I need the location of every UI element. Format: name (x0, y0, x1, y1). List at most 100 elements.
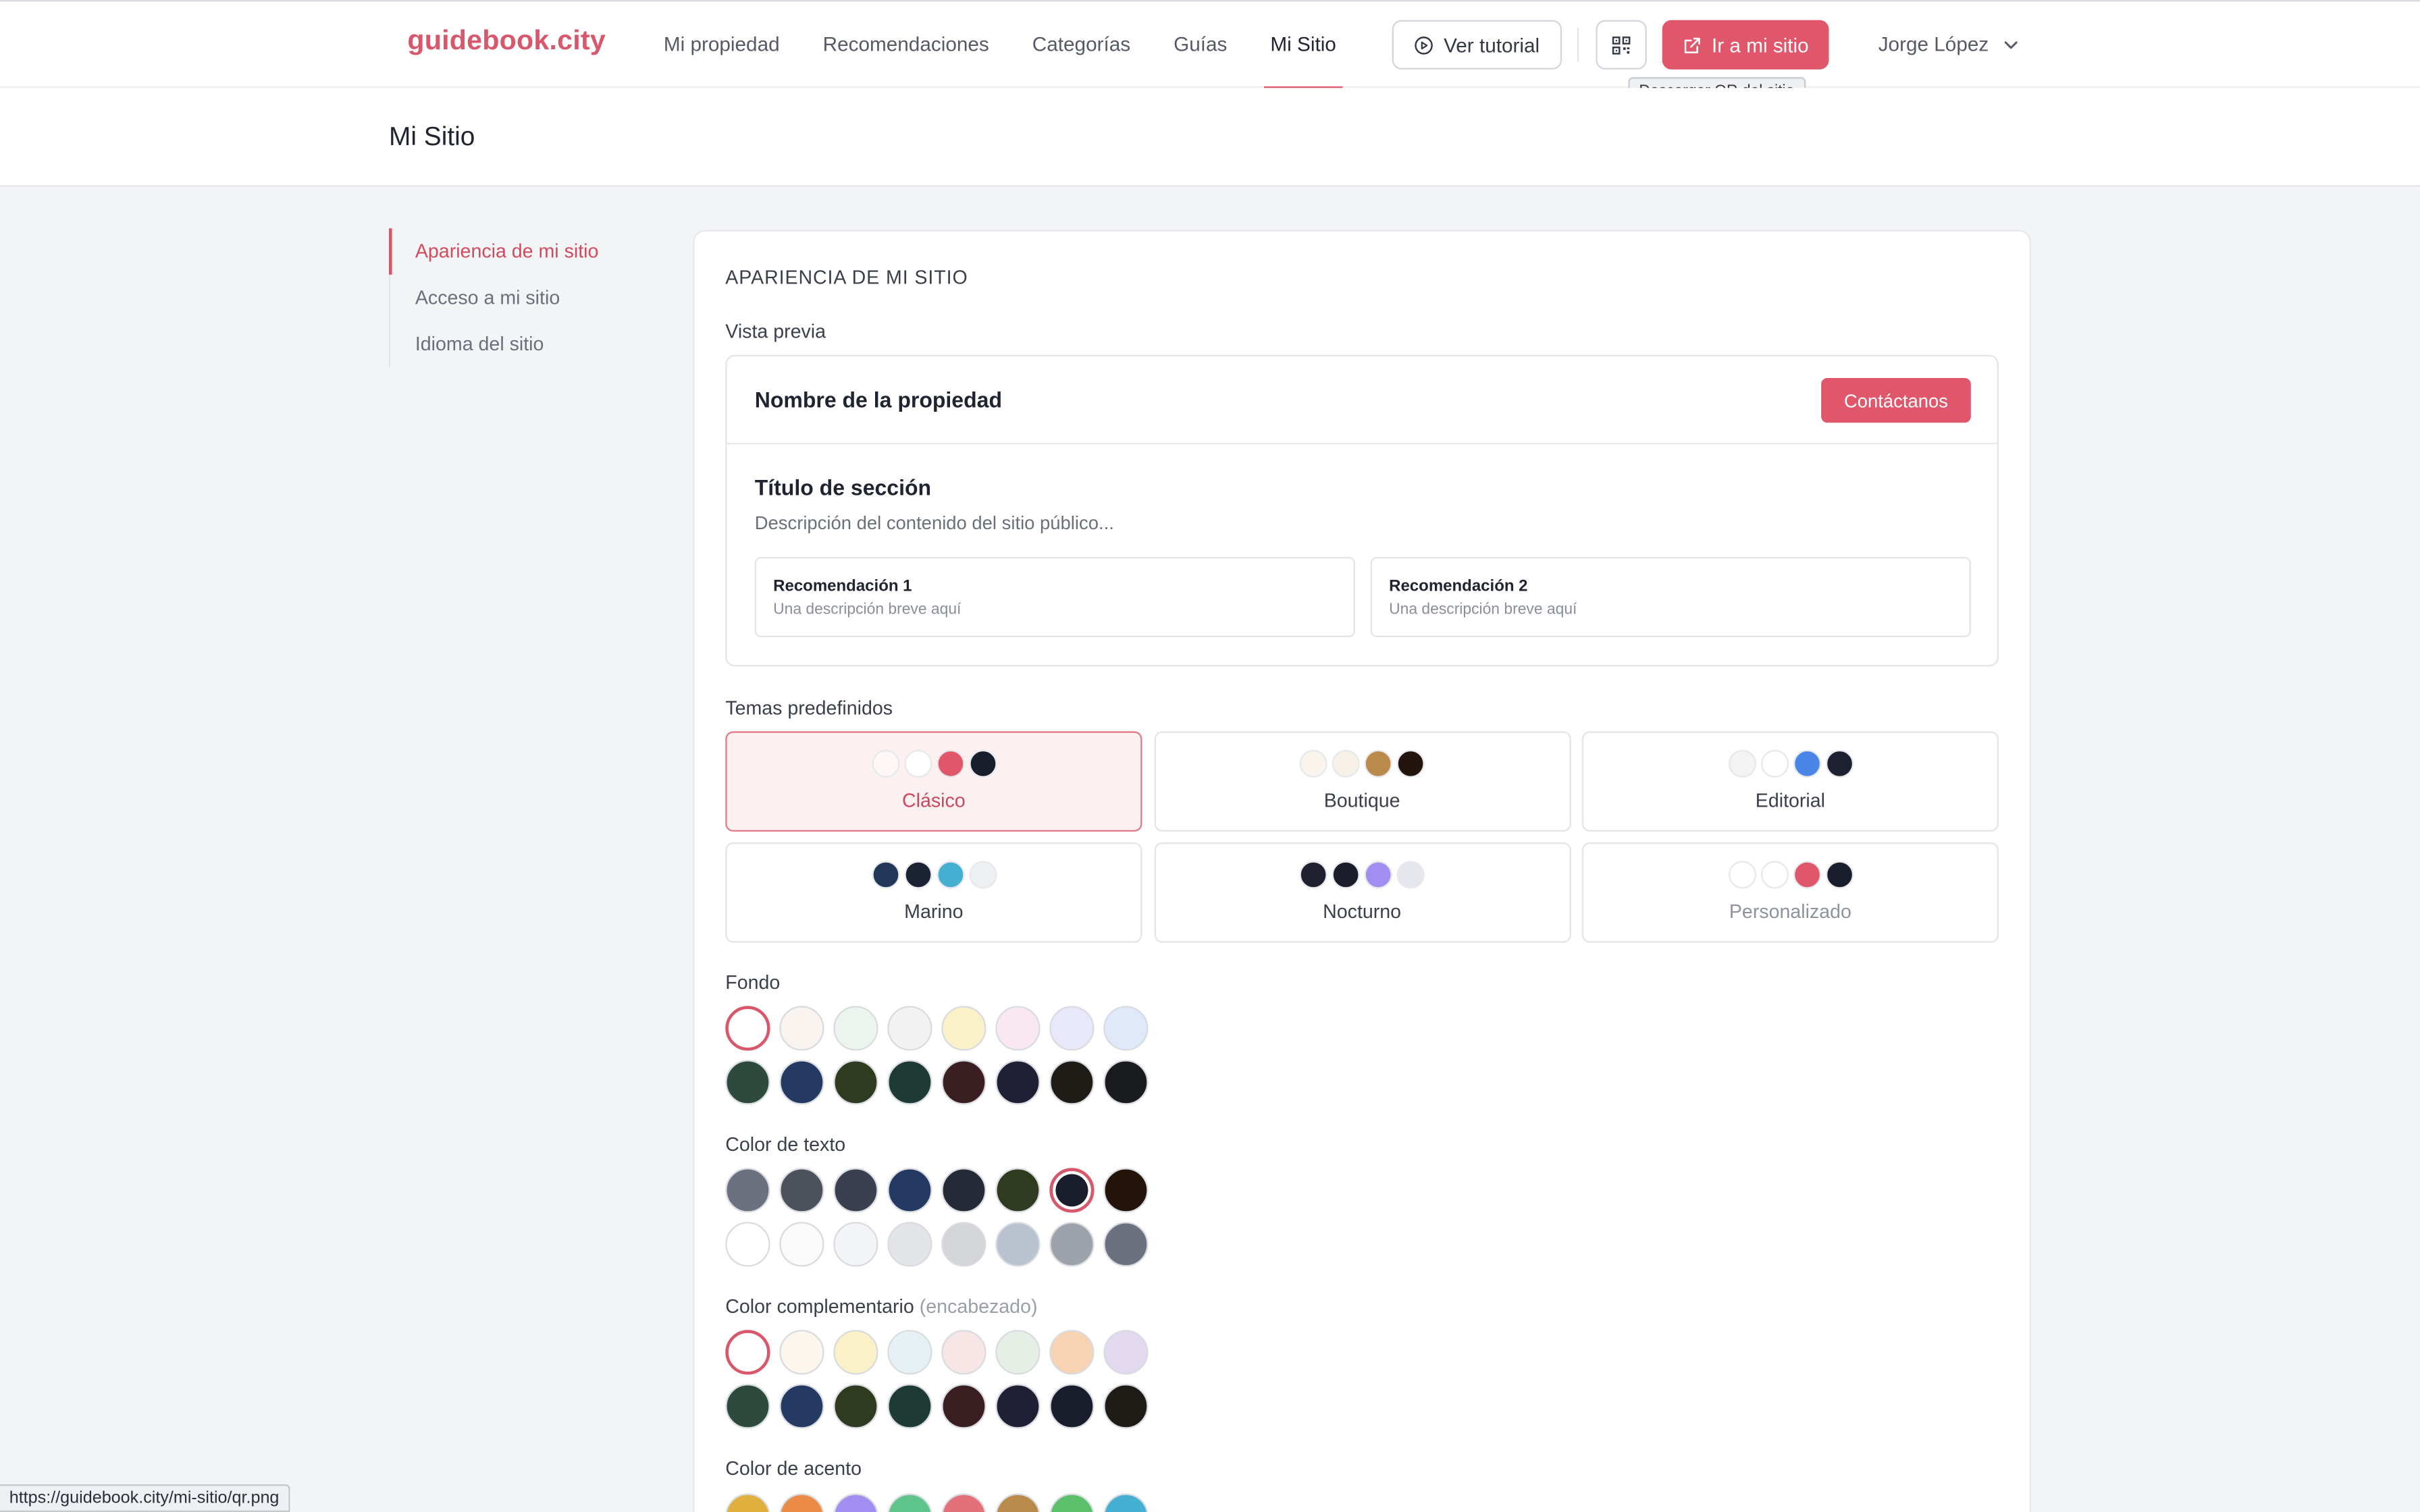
color-swatch[interactable] (1049, 1330, 1095, 1375)
color-swatch[interactable] (941, 1222, 987, 1267)
color-swatch[interactable] (995, 1006, 1041, 1051)
color-swatch[interactable] (833, 1168, 878, 1213)
color-swatch[interactable] (1049, 1384, 1095, 1429)
theme-color-dot (1727, 861, 1756, 889)
color-swatch[interactable] (941, 1330, 987, 1375)
color-swatch[interactable] (941, 1060, 987, 1105)
complementario-label: Color complementario (encabezado) (725, 1296, 1037, 1318)
color-swatch[interactable] (833, 1222, 878, 1267)
acento-swatches (725, 1493, 1149, 1512)
color-swatch[interactable] (887, 1168, 932, 1213)
color-swatch[interactable] (1103, 1222, 1149, 1267)
color-swatch[interactable] (779, 1222, 824, 1267)
theme-name: Marino (904, 900, 964, 923)
nav-recomendaciones[interactable]: Recomendaciones (823, 1, 989, 88)
user-menu[interactable]: Jorge López (1878, 1, 2020, 88)
color-swatch[interactable] (887, 1060, 932, 1105)
color-swatch[interactable] (1103, 1384, 1149, 1429)
color-swatch[interactable] (833, 1384, 878, 1429)
theme-color-dot (1760, 861, 1788, 889)
color-swatch[interactable] (725, 1330, 770, 1375)
theme-color-dot (1824, 749, 1853, 778)
color-swatch[interactable] (1103, 1330, 1149, 1375)
color-swatch[interactable] (995, 1222, 1041, 1267)
theme-card[interactable]: Editorial (1581, 731, 1999, 832)
main-nav: Mi propiedad Recomendaciones Categorías … (664, 1, 1379, 90)
appearance-card: APARIENCIA DE MI SITIO Vista previa Nomb… (693, 230, 2031, 1512)
color-swatch[interactable] (887, 1384, 932, 1429)
nav-categorias[interactable]: Categorías (1032, 1, 1130, 88)
color-swatch[interactable] (833, 1330, 878, 1375)
color-swatch[interactable] (833, 1060, 878, 1105)
color-swatch[interactable] (887, 1330, 932, 1375)
theme-color-dot (1364, 861, 1392, 889)
color-swatch[interactable] (887, 1222, 932, 1267)
theme-card[interactable]: Nocturno (1153, 842, 1571, 943)
color-swatch[interactable] (725, 1384, 770, 1429)
qr-button[interactable] (1596, 20, 1647, 70)
color-swatch[interactable] (995, 1168, 1041, 1213)
color-swatch[interactable] (779, 1330, 824, 1375)
color-swatch[interactable] (1049, 1006, 1095, 1051)
texto-label: Color de texto (725, 1133, 846, 1156)
theme-card[interactable]: Boutique (1153, 731, 1571, 832)
color-swatch[interactable] (725, 1060, 770, 1105)
color-swatch[interactable] (779, 1060, 824, 1105)
complementario-title: Color complementario (725, 1295, 914, 1318)
rec-title: Recomendación 2 (1389, 576, 1528, 596)
fondo-label: Fondo (725, 971, 781, 994)
tutorial-button[interactable]: Ver tutorial (1392, 20, 1562, 70)
color-swatch[interactable] (995, 1060, 1041, 1105)
color-swatch[interactable] (941, 1384, 987, 1429)
sidebar-item-idioma[interactable]: Idioma del sitio (390, 321, 651, 367)
go-to-site-button[interactable]: Ir a mi sitio (1662, 20, 1829, 70)
theme-palette (1155, 749, 1569, 778)
color-swatch[interactable] (941, 1493, 987, 1512)
color-swatch[interactable] (833, 1493, 878, 1512)
color-swatch[interactable] (725, 1006, 770, 1051)
section-title: APARIENCIA DE MI SITIO (725, 267, 968, 289)
theme-card[interactable]: Marino (725, 842, 1142, 943)
color-swatch[interactable] (1049, 1222, 1095, 1267)
nav-mi-propiedad[interactable]: Mi propiedad (664, 1, 780, 88)
color-swatch[interactable] (1049, 1493, 1095, 1512)
theme-color-dot (968, 749, 997, 778)
color-swatch[interactable] (779, 1384, 824, 1429)
color-swatch[interactable] (995, 1330, 1041, 1375)
nav-guias[interactable]: Guías (1174, 1, 1227, 88)
preview-section-title: Título de sección (754, 475, 932, 500)
theme-color-dot (936, 861, 964, 889)
user-name: Jorge López (1878, 32, 1989, 56)
color-swatch[interactable] (941, 1168, 987, 1213)
color-swatch[interactable] (1103, 1060, 1149, 1105)
theme-color-dot (1332, 749, 1360, 778)
theme-color-dot (1760, 749, 1788, 778)
color-swatch[interactable] (725, 1493, 770, 1512)
color-swatch[interactable] (833, 1006, 878, 1051)
sidebar-item-acceso[interactable]: Acceso a mi sitio (390, 275, 651, 321)
color-swatch[interactable] (1103, 1006, 1149, 1051)
theme-card[interactable]: Personalizado (1581, 842, 1999, 943)
color-swatch[interactable] (779, 1168, 824, 1213)
color-swatch[interactable] (779, 1006, 824, 1051)
color-swatch[interactable] (887, 1006, 932, 1051)
color-swatch[interactable] (1103, 1493, 1149, 1512)
settings-sidebar: Apariencia de mi sitio Acceso a mi sitio… (388, 228, 652, 367)
color-swatch[interactable] (1049, 1060, 1095, 1105)
logo[interactable]: guidebook.city (407, 25, 606, 57)
fondo-swatches (725, 1006, 1149, 1105)
color-swatch[interactable] (1103, 1168, 1149, 1213)
color-swatch[interactable] (995, 1493, 1041, 1512)
preview-header: Nombre de la propiedad Contáctanos (727, 356, 1997, 445)
nav-mi-sitio[interactable]: Mi Sitio (1264, 1, 1342, 90)
color-swatch[interactable] (1049, 1168, 1095, 1213)
sidebar-item-apariencia[interactable]: Apariencia de mi sitio (388, 228, 651, 275)
color-swatch[interactable] (779, 1493, 824, 1512)
color-swatch[interactable] (725, 1168, 770, 1213)
theme-card[interactable]: Clásico (725, 731, 1142, 832)
theme-color-dot (903, 749, 932, 778)
color-swatch[interactable] (725, 1222, 770, 1267)
color-swatch[interactable] (941, 1006, 987, 1051)
color-swatch[interactable] (887, 1493, 932, 1512)
color-swatch[interactable] (995, 1384, 1041, 1429)
